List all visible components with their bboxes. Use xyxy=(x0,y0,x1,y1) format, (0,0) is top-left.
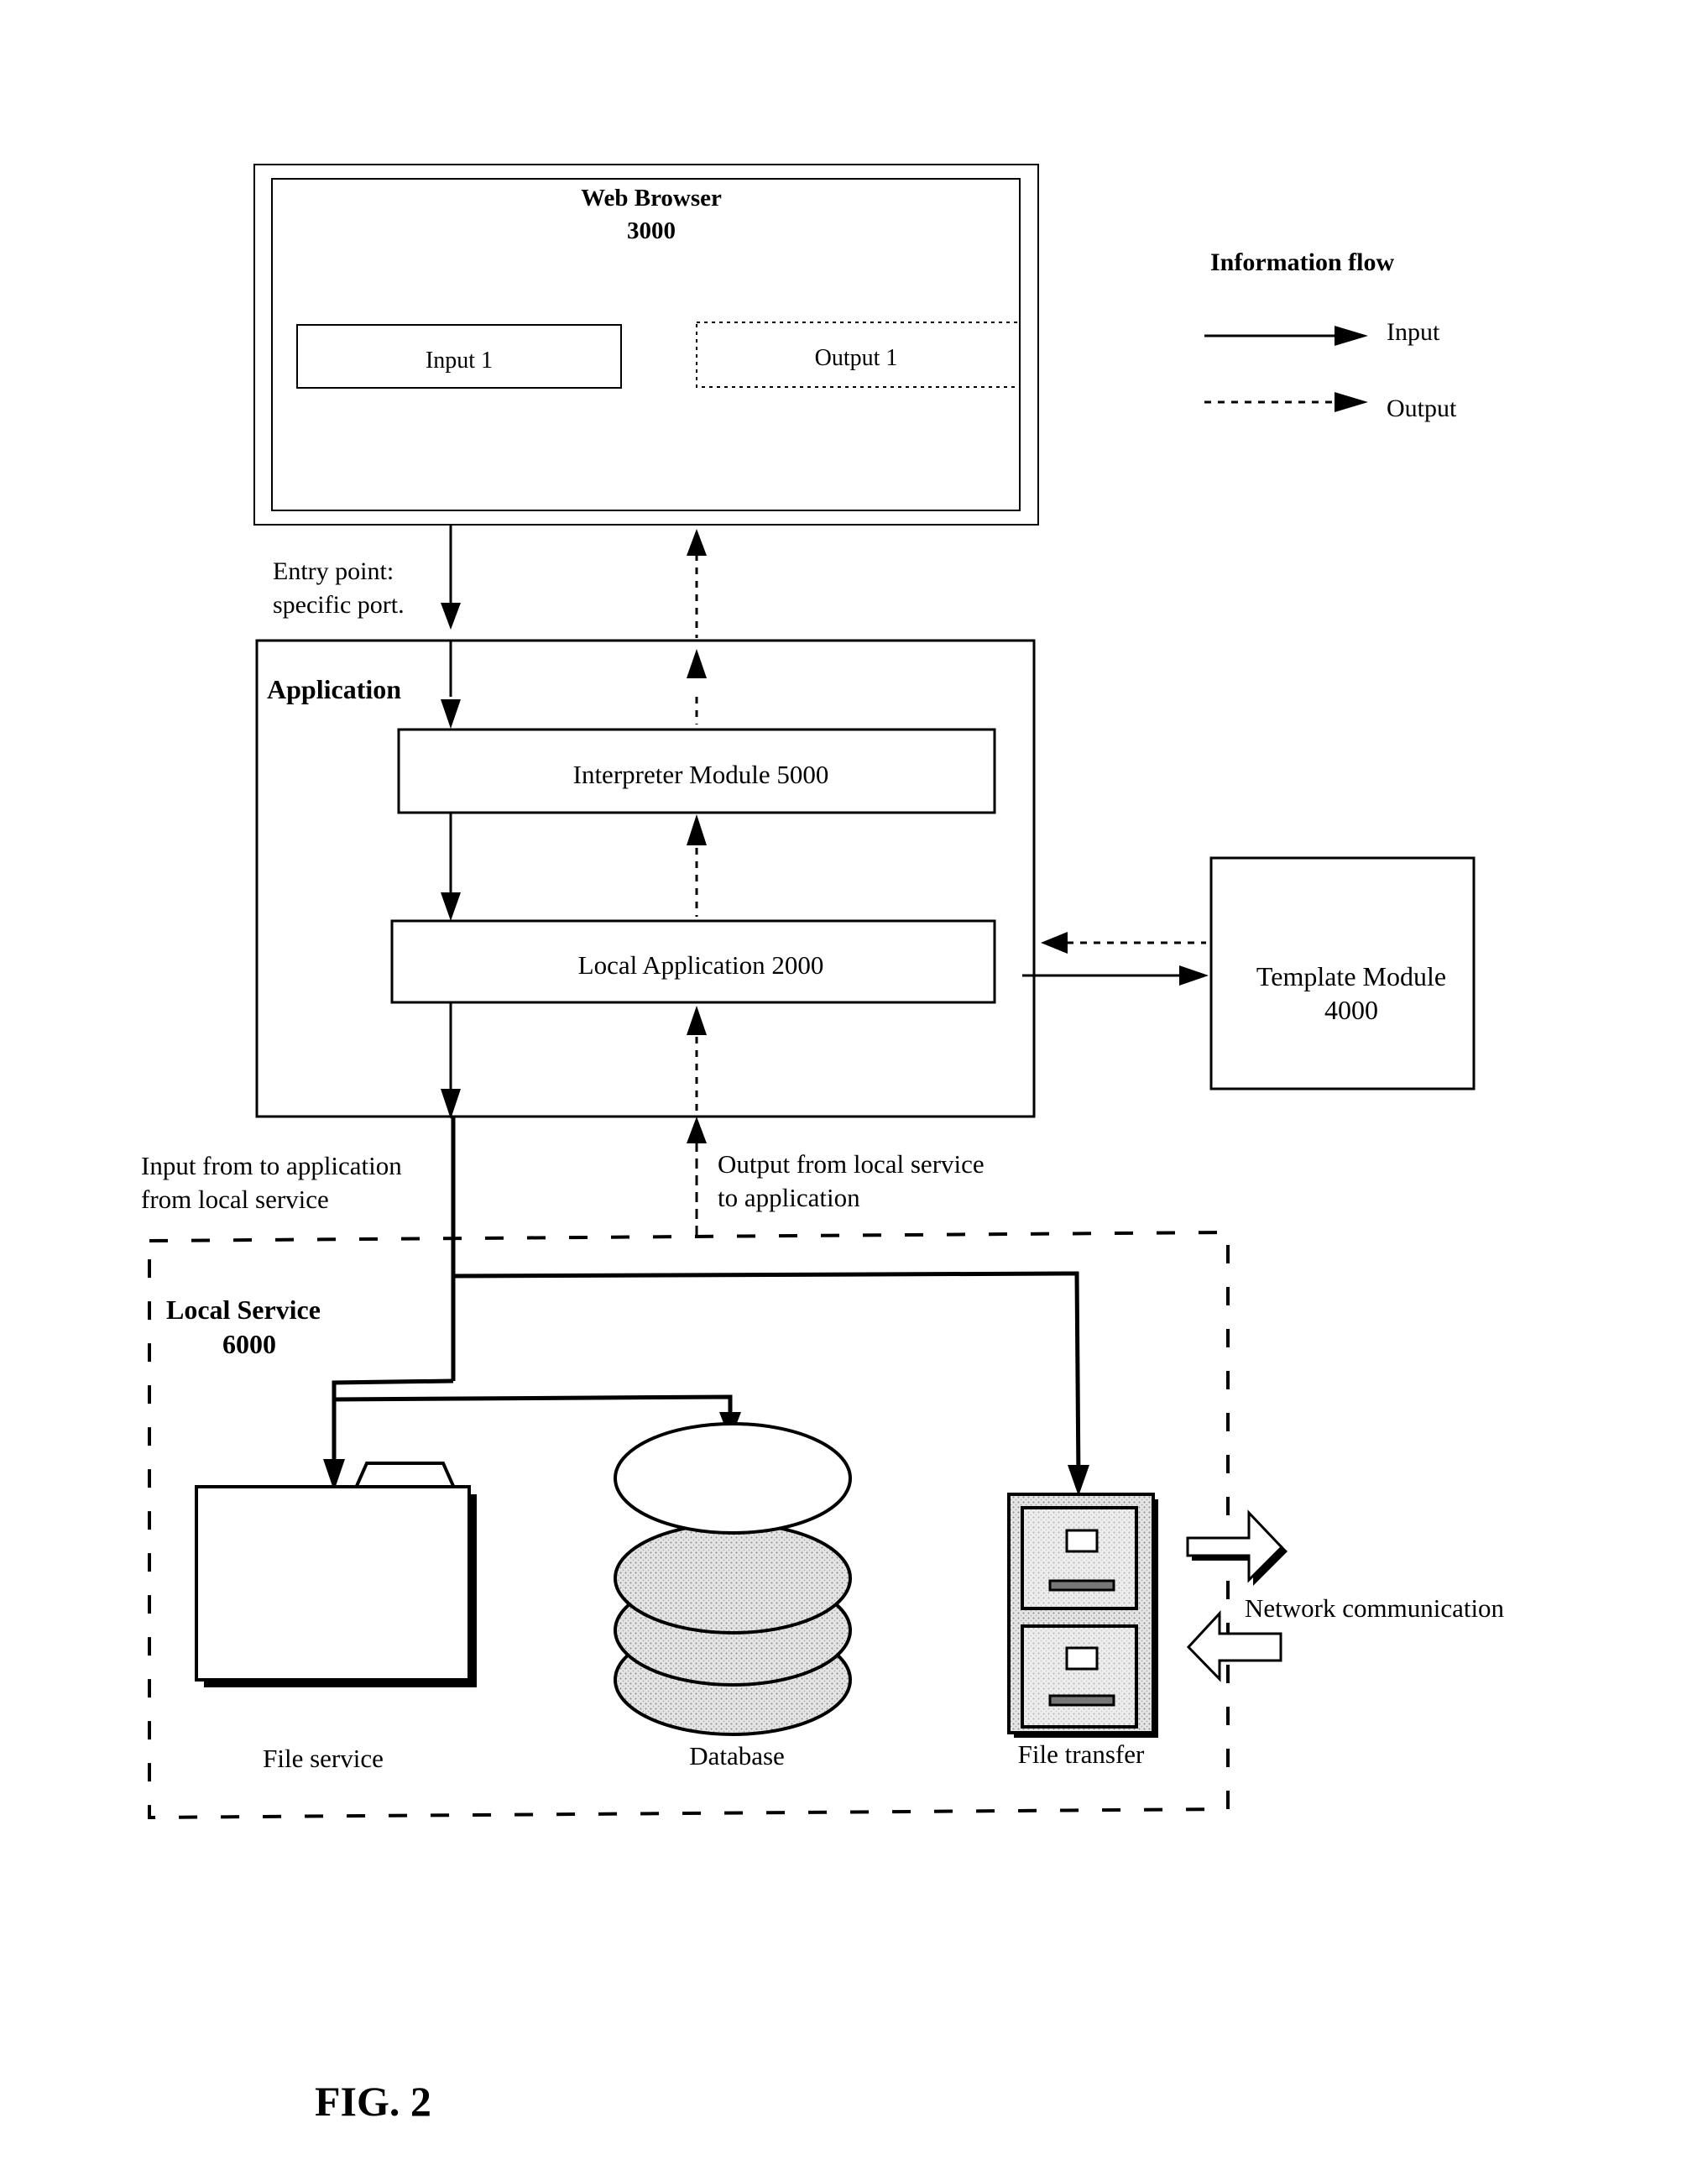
legend-input-label: Input xyxy=(1387,318,1440,346)
input-field-label: Input 1 xyxy=(426,348,493,374)
output-flow-label-line1: Output from local service xyxy=(718,1149,985,1179)
local-service-title: Local Service xyxy=(166,1294,321,1325)
folder-body xyxy=(195,1485,471,1682)
legend-input-arrowhead xyxy=(1335,326,1368,346)
input-flow-label-line1: Input from to application xyxy=(141,1151,402,1180)
cabinet-label-bottom xyxy=(1065,1646,1099,1671)
file-service-label: File service xyxy=(263,1744,384,1773)
network-communication-label: Network communication xyxy=(1245,1593,1505,1623)
file-transfer-arrowhead xyxy=(1068,1465,1089,1496)
file-transfer-icon[interactable] xyxy=(1007,1493,1158,1738)
legend-title: Information flow xyxy=(1210,248,1394,276)
database-disk-2 xyxy=(614,1522,852,1634)
template-module-box[interactable]: Template Module 4000 xyxy=(1209,856,1476,1090)
cabinet-handle-bottom xyxy=(1048,1694,1115,1707)
template-output-arrowhead xyxy=(1041,932,1068,954)
network-outgoing-arrow-icon xyxy=(1186,1509,1288,1586)
output-flow-label-line2: to application xyxy=(718,1183,860,1212)
service-output-arrowhead xyxy=(687,1117,707,1143)
template-module-title: Template Module xyxy=(1256,961,1446,991)
entry-point-label-line1: Entry point: xyxy=(273,557,394,585)
cabinet-label-top xyxy=(1065,1529,1099,1553)
file-service-branch-line xyxy=(332,1378,454,1473)
legend-output-label: Output xyxy=(1387,395,1457,422)
folder-tab xyxy=(355,1462,455,1487)
browser-output-arrowhead xyxy=(687,529,707,556)
local-application-box[interactable]: Local Application 2000 xyxy=(390,919,996,1004)
entry-point-label-line2: specific port. xyxy=(273,591,405,619)
interpreter-module-box[interactable]: Interpreter Module 5000 xyxy=(397,728,996,814)
network-incoming-arrow-icon xyxy=(1186,1610,1282,1682)
template-input-arrowhead xyxy=(1179,965,1209,986)
web-browser-box: Web Browser 3000 xyxy=(253,164,1039,526)
web-browser-title: Web Browser xyxy=(581,185,722,212)
local-application-label: Local Application 2000 xyxy=(578,950,824,980)
output-field-box[interactable]: Output 1 xyxy=(696,322,1021,388)
diagram-canvas: Web Browser 3000 Input 1 Output 1 Inform… xyxy=(141,164,1505,2125)
entry-input-arrowhead xyxy=(441,603,461,630)
interpreter-module-label: Interpreter Module 5000 xyxy=(573,760,829,789)
database-disk-top xyxy=(614,1422,852,1535)
database-branch-line xyxy=(333,1394,733,1413)
local-service-number: 6000 xyxy=(222,1329,276,1359)
application-title: Application xyxy=(267,674,401,704)
input-field-box[interactable]: Input 1 xyxy=(296,324,622,389)
cabinet-drawer-top xyxy=(1021,1506,1138,1610)
application-box: Application xyxy=(255,639,1036,1118)
web-browser-number: 3000 xyxy=(627,217,676,244)
file-service-icon[interactable] xyxy=(195,1462,477,1687)
cabinet-handle-top xyxy=(1048,1579,1115,1592)
application-frame xyxy=(255,639,1036,1118)
database-label: Database xyxy=(689,1741,785,1770)
template-module-number: 4000 xyxy=(1324,995,1378,1025)
legend-output-arrowhead xyxy=(1335,392,1368,412)
file-transfer-label: File transfer xyxy=(1018,1739,1145,1769)
output-field-label: Output 1 xyxy=(815,345,898,371)
cabinet-drawer-bottom xyxy=(1021,1624,1138,1729)
legend: Information flow Input Output xyxy=(1204,248,1457,422)
figure-label: FIG. 2 xyxy=(315,2078,431,2125)
input-flow-label-line2: from local service xyxy=(141,1185,329,1214)
database-icon[interactable] xyxy=(614,1422,852,1736)
